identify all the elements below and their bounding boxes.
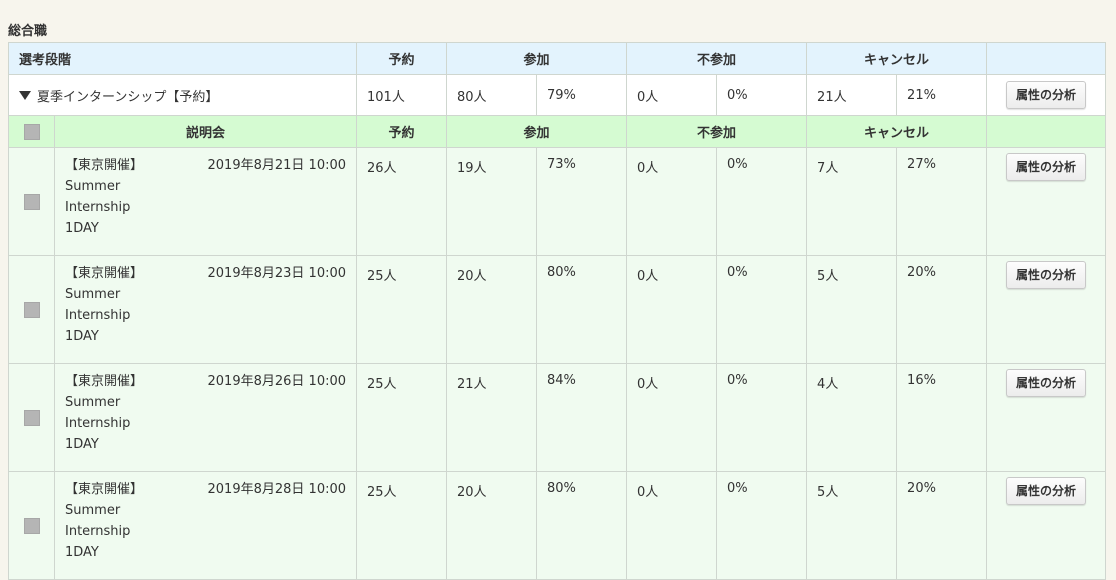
stage-cancel-count: 21人 bbox=[806, 74, 898, 116]
session-participation-count: 21人 bbox=[446, 363, 538, 472]
session-info-cell: 【東京開催】 2019年8月28日 10:00 Summer Internshi… bbox=[53, 471, 358, 580]
session-non-participation-count: 0人 bbox=[626, 363, 718, 472]
stage-row: 夏季インターンシップ【予約】 101人 80人 79% 0人 0% 21人 21… bbox=[7, 74, 1107, 116]
session-reservation: 25人 bbox=[356, 363, 448, 472]
subheader-participation: 参加 bbox=[446, 115, 628, 148]
session-participation-count: 20人 bbox=[446, 255, 538, 364]
select-all-checkbox[interactable] bbox=[23, 123, 40, 140]
stage-reservation: 101人 bbox=[356, 74, 448, 116]
session-location: 【東京開催】 bbox=[65, 266, 144, 281]
session-cancel-pct: 20% bbox=[896, 471, 988, 580]
session-cancel-count: 7人 bbox=[806, 147, 898, 256]
session-checkbox-cell bbox=[8, 147, 55, 256]
session-non-participation-pct: 0% bbox=[716, 363, 808, 472]
session-cancel-pct: 27% bbox=[896, 147, 988, 256]
session-reservation: 26人 bbox=[356, 147, 448, 256]
table-header-row: 選考段階 予約 参加 不参加 キャンセル bbox=[7, 42, 1107, 75]
session-location: 【東京開催】 bbox=[65, 482, 144, 497]
stage-name[interactable]: 夏季インターンシップ【予約】 bbox=[37, 90, 218, 105]
session-checkbox-cell bbox=[8, 255, 55, 364]
session-info-cell: 【東京開催】 2019年8月23日 10:00 Summer Internshi… bbox=[53, 255, 358, 364]
session-participation-count: 19人 bbox=[446, 147, 538, 256]
session-checkbox[interactable] bbox=[23, 301, 40, 318]
subheader-session: 説明会 bbox=[53, 115, 358, 148]
section-title: 総合職 bbox=[8, 24, 48, 39]
stage-participation-count: 80人 bbox=[446, 74, 538, 116]
session-non-participation-count: 0人 bbox=[626, 255, 718, 364]
analyze-attributes-button[interactable]: 属性の分析 bbox=[1006, 477, 1087, 505]
session-checkbox[interactable] bbox=[23, 517, 40, 534]
session-cancel-pct: 16% bbox=[896, 363, 988, 472]
session-non-participation-pct: 0% bbox=[716, 471, 808, 580]
session-action-cell: 属性の分析 bbox=[986, 255, 1107, 364]
select-all-cell bbox=[8, 115, 55, 148]
session-row: 【東京開催】 2019年8月21日 10:00 Summer Internshi… bbox=[8, 147, 1107, 256]
session-name: Summer Internship 1DAY bbox=[65, 287, 131, 344]
session-action-cell: 属性の分析 bbox=[986, 147, 1107, 256]
subheader-action bbox=[986, 115, 1107, 148]
session-name: Summer Internship 1DAY bbox=[65, 395, 131, 452]
session-row: 【東京開催】 2019年8月28日 10:00 Summer Internshi… bbox=[8, 471, 1107, 580]
analyze-attributes-button[interactable]: 属性の分析 bbox=[1006, 369, 1087, 397]
header-stage: 選考段階 bbox=[7, 42, 358, 75]
session-non-participation-pct: 0% bbox=[716, 255, 808, 364]
session-checkbox[interactable] bbox=[23, 193, 40, 210]
session-participation-count: 20人 bbox=[446, 471, 538, 580]
subheader-cancel: キャンセル bbox=[806, 115, 988, 148]
session-info-cell: 【東京開催】 2019年8月26日 10:00 Summer Internshi… bbox=[53, 363, 358, 472]
session-name: Summer Internship 1DAY bbox=[65, 179, 131, 236]
session-non-participation-count: 0人 bbox=[626, 147, 718, 256]
session-reservation: 25人 bbox=[356, 255, 448, 364]
header-participation: 参加 bbox=[446, 42, 628, 75]
session-location: 【東京開催】 bbox=[65, 374, 144, 389]
session-participation-pct: 80% bbox=[536, 255, 628, 364]
analyze-attributes-button[interactable]: 属性の分析 bbox=[1006, 153, 1087, 181]
session-info-cell: 【東京開催】 2019年8月21日 10:00 Summer Internshi… bbox=[53, 147, 358, 256]
session-date: 2019年8月28日 10:00 bbox=[207, 482, 347, 497]
session-name: Summer Internship 1DAY bbox=[65, 503, 131, 560]
stage-action-cell: 属性の分析 bbox=[986, 74, 1107, 116]
session-non-participation-pct: 0% bbox=[716, 147, 808, 256]
session-action-cell: 属性の分析 bbox=[986, 363, 1107, 472]
stage-name-cell[interactable]: 夏季インターンシップ【予約】 bbox=[7, 74, 358, 116]
session-date: 2019年8月23日 10:00 bbox=[207, 266, 347, 281]
stage-non-participation-pct: 0% bbox=[716, 74, 808, 116]
session-reservation: 25人 bbox=[356, 471, 448, 580]
subheader-reservation: 予約 bbox=[356, 115, 448, 148]
session-action-cell: 属性の分析 bbox=[986, 471, 1107, 580]
session-header-row: 説明会 予約 参加 不参加 キャンセル bbox=[8, 115, 1107, 148]
session-row: 【東京開催】 2019年8月23日 10:00 Summer Internshi… bbox=[8, 255, 1107, 364]
session-cancel-count: 4人 bbox=[806, 363, 898, 472]
session-date: 2019年8月21日 10:00 bbox=[207, 158, 347, 173]
stage-cancel-pct: 21% bbox=[896, 74, 988, 116]
session-cancel-pct: 20% bbox=[896, 255, 988, 364]
session-location: 【東京開催】 bbox=[65, 158, 144, 173]
session-checkbox-cell bbox=[8, 471, 55, 580]
session-participation-pct: 84% bbox=[536, 363, 628, 472]
session-date: 2019年8月26日 10:00 bbox=[207, 374, 347, 389]
session-row: 【東京開催】 2019年8月26日 10:00 Summer Internshi… bbox=[8, 363, 1107, 472]
selection-stats-table: 選考段階 予約 参加 不参加 キャンセル 夏季インターンシップ【予約】 101人… bbox=[7, 42, 1107, 580]
session-cancel-count: 5人 bbox=[806, 471, 898, 580]
session-checkbox-cell bbox=[8, 363, 55, 472]
collapse-triangle-icon[interactable] bbox=[19, 90, 31, 100]
session-non-participation-count: 0人 bbox=[626, 471, 718, 580]
stage-participation-pct: 79% bbox=[536, 74, 628, 116]
session-checkbox[interactable] bbox=[23, 409, 40, 426]
analyze-attributes-button[interactable]: 属性の分析 bbox=[1006, 261, 1087, 289]
header-action bbox=[986, 42, 1107, 75]
stage-non-participation-count: 0人 bbox=[626, 74, 718, 116]
header-reservation: 予約 bbox=[356, 42, 448, 75]
analyze-attributes-button[interactable]: 属性の分析 bbox=[1006, 81, 1087, 109]
header-non-participation: 不参加 bbox=[626, 42, 808, 75]
session-participation-pct: 80% bbox=[536, 471, 628, 580]
subheader-non-participation: 不参加 bbox=[626, 115, 808, 148]
session-cancel-count: 5人 bbox=[806, 255, 898, 364]
header-cancel: キャンセル bbox=[806, 42, 988, 75]
session-participation-pct: 73% bbox=[536, 147, 628, 256]
